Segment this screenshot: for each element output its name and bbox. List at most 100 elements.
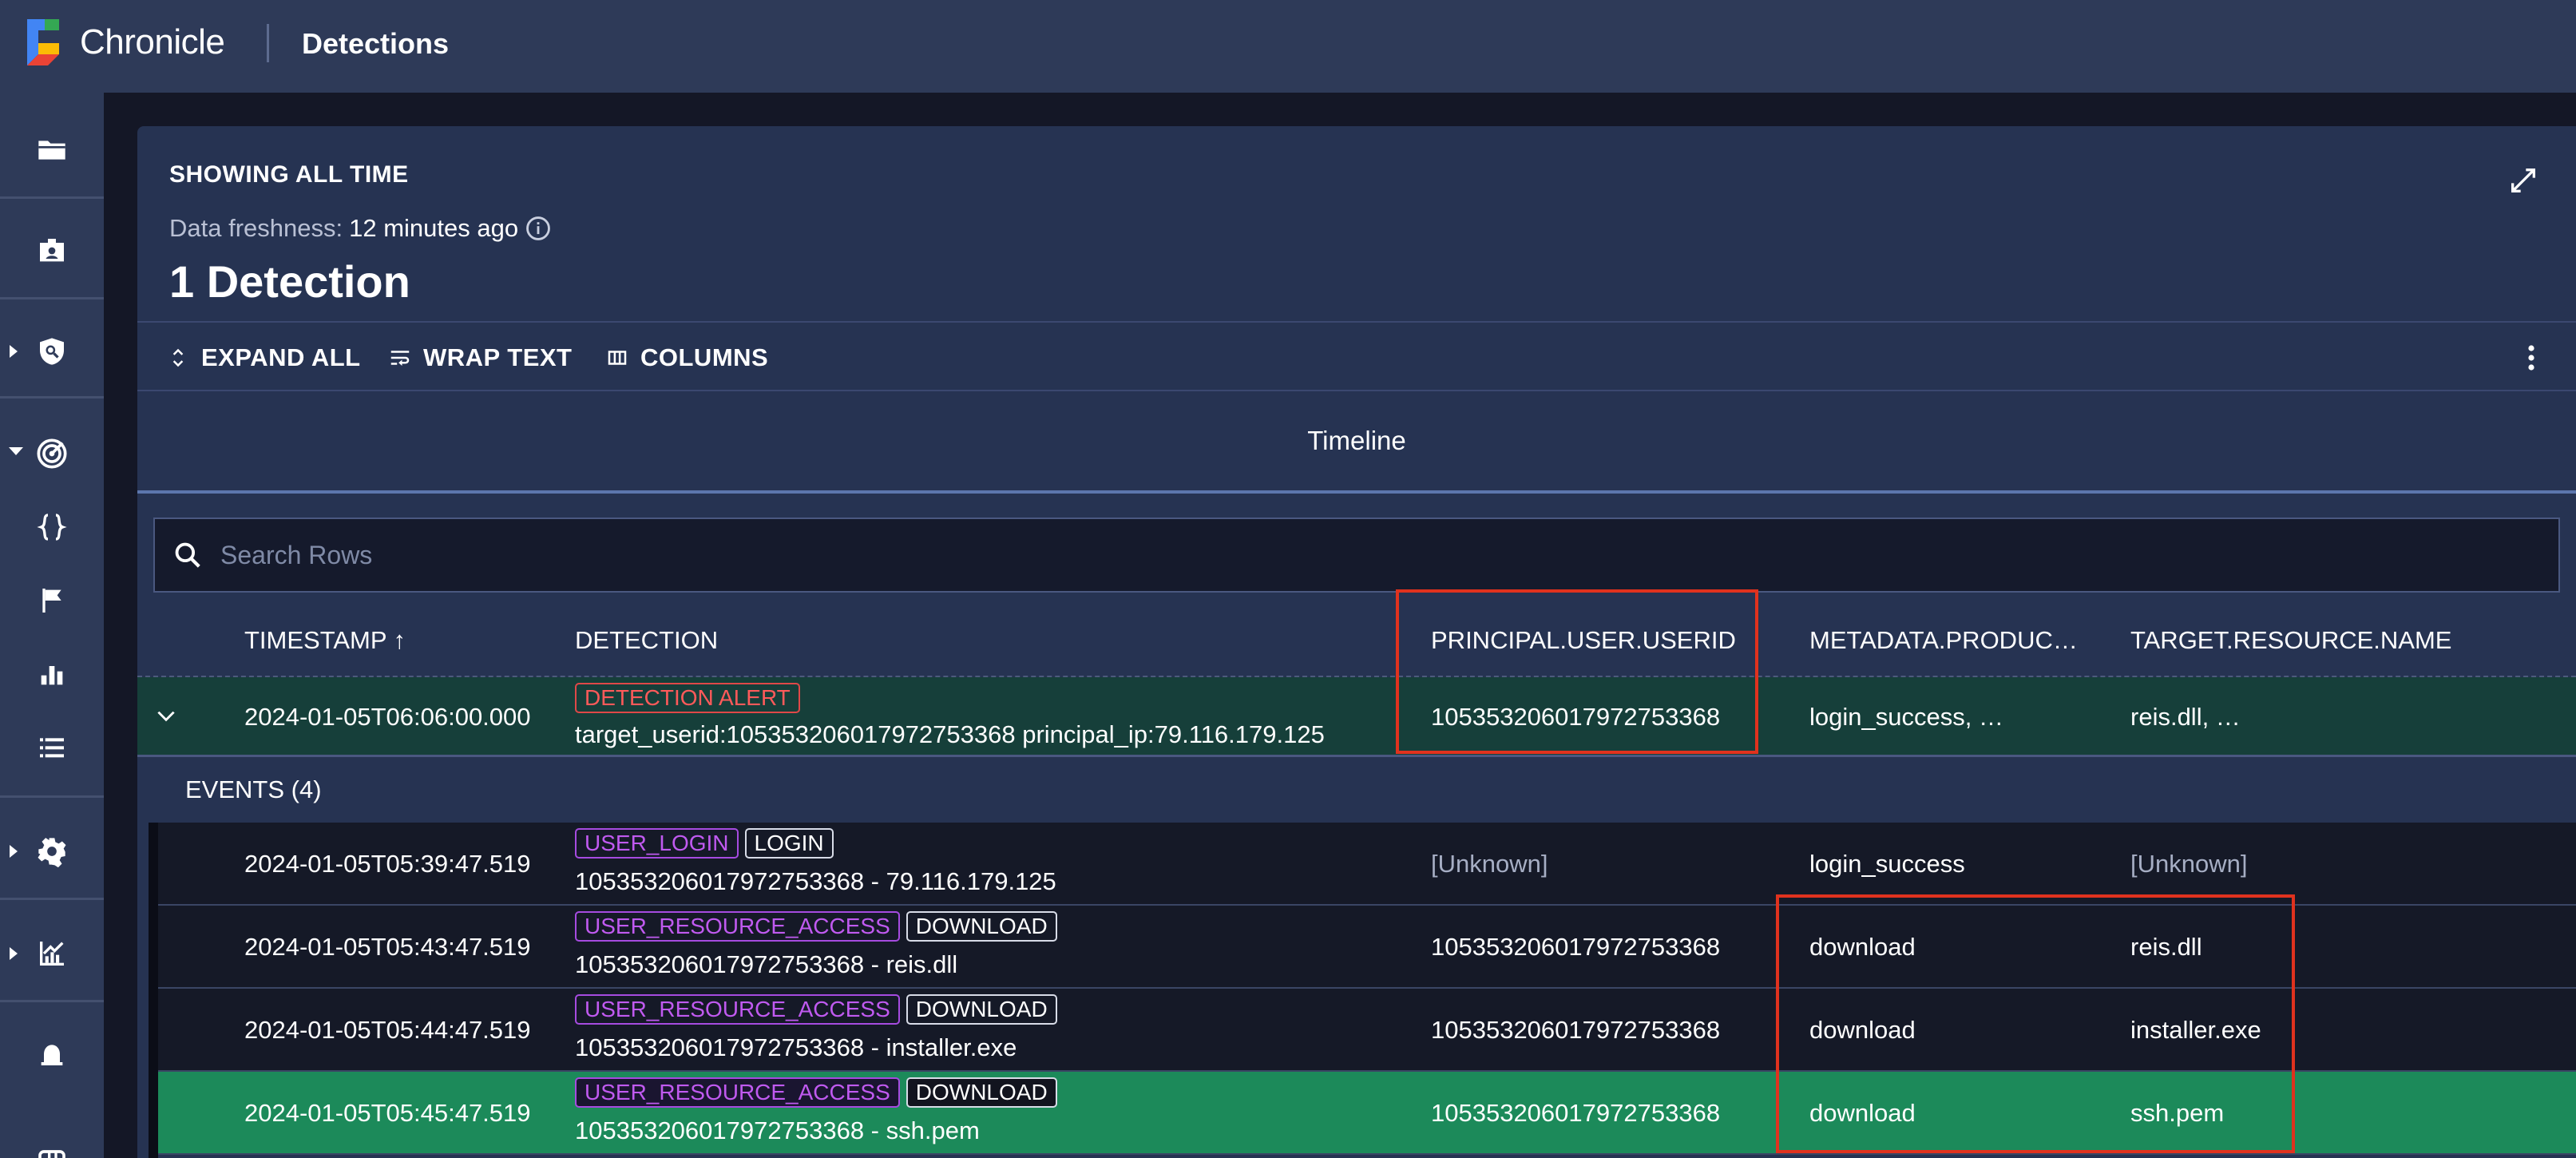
col-target-resource[interactable]: TARGET.RESOURCE.NAME	[2130, 626, 2451, 655]
braces-icon	[37, 514, 67, 541]
detection-target: reis.dll, …	[2130, 703, 2241, 731]
event-action-badge: LOGIN	[744, 827, 834, 859]
tab-timeline[interactable]: Timeline	[137, 391, 2576, 494]
rail-divider	[0, 1000, 104, 1002]
events-header: EVENTS (4)	[149, 757, 2576, 823]
list-icon	[40, 738, 64, 758]
event-timestamp: 2024-01-05T05:44:47.519	[244, 1016, 531, 1044]
event-target: [Unknown]	[2130, 850, 2248, 878]
event-action-badge: DOWNLOAD	[906, 993, 1057, 1025]
flag-icon	[42, 589, 61, 613]
folder-icon	[38, 141, 65, 160]
expand-all-button[interactable]: EXPAND ALL	[166, 340, 361, 375]
wrap-text-label: WRAP TEXT	[423, 343, 573, 371]
event-action-badge: DOWNLOAD	[906, 910, 1057, 942]
rail-divider	[0, 795, 104, 798]
event-badges: USER_RESOURCE_ACCESS DOWNLOAD	[575, 1077, 1064, 1108]
event-timestamp: 2024-01-05T05:39:47.519	[244, 850, 531, 878]
detection-product: login_success, …	[1809, 703, 2003, 731]
event-badges: USER_RESOURCE_ACCESS DOWNLOAD	[575, 993, 1064, 1025]
col-detection[interactable]: DETECTION	[575, 626, 718, 655]
rail-item-investigation[interactable]	[0, 219, 104, 283]
data-freshness: Data freshness: 12 minutes ago	[169, 214, 552, 243]
table-toolbar: EXPAND ALL WRAP TEXT COLUMNS	[137, 321, 2576, 391]
detection-row[interactable]: 2024-01-05T06:06:00.000 DETECTION ALERT …	[137, 677, 2576, 757]
rail-item-cases[interactable]	[0, 118, 104, 182]
rail-item-settings[interactable]	[0, 819, 104, 883]
time-range-label: SHOWING ALL TIME	[169, 161, 409, 188]
detection-count: 1 Detection	[169, 256, 410, 307]
search-icon	[175, 542, 200, 568]
event-userid: [Unknown]	[1431, 850, 1548, 878]
detection-cell: DETECTION ALERT	[575, 682, 806, 713]
event-badges: USER_LOGIN LOGIN	[575, 827, 840, 859]
event-text: 105353206017972753368 - 79.116.179.125	[575, 867, 1056, 895]
rail-item-flags[interactable]	[0, 569, 104, 633]
rail-item-alerts[interactable]	[0, 1022, 104, 1086]
detection-text: target_userid:105353206017972753368 prin…	[575, 720, 1325, 748]
event-userid: 105353206017972753368	[1431, 1099, 1721, 1127]
rail-item-rules[interactable]	[0, 495, 104, 559]
case-icon	[40, 239, 64, 262]
rail-item-detections[interactable]	[0, 422, 104, 486]
event-type-badge: USER_RESOURCE_ACCESS	[575, 910, 900, 942]
event-row[interactable]: 2024-01-05T05:39:47.519 USER_LOGIN LOGIN …	[158, 823, 2576, 906]
event-text: 105353206017972753368 - installer.exe	[575, 1033, 1017, 1061]
event-timestamp: 2024-01-05T05:43:47.519	[244, 933, 531, 961]
chronicle-logo-icon[interactable]	[27, 19, 67, 65]
event-timestamp: 2024-01-05T05:45:47.519	[244, 1099, 531, 1127]
bar-chart-icon	[41, 666, 63, 685]
kebab-icon[interactable]	[2526, 343, 2536, 372]
side-rail	[0, 93, 104, 1158]
event-type-badge: USER_RESOURCE_ACCESS	[575, 993, 900, 1025]
userid-highlight-box	[1396, 589, 1758, 754]
title-divider	[267, 24, 269, 62]
search-input[interactable]	[220, 540, 2456, 570]
rail-item-lists[interactable]	[0, 716, 104, 779]
columns-label: COLUMNS	[640, 343, 769, 371]
rail-item-analytics[interactable]	[0, 922, 104, 985]
fullscreen-icon[interactable]	[2507, 165, 2539, 196]
page-title: Detections	[302, 27, 450, 60]
freshness-label: Data freshness:	[169, 214, 343, 242]
chevron-down-icon[interactable]	[153, 704, 179, 730]
event-product: login_success	[1809, 850, 1965, 878]
rail-divider	[0, 297, 104, 299]
event-badges: USER_RESOURCE_ACCESS DOWNLOAD	[575, 910, 1064, 942]
event-text: 105353206017972753368 - reis.dll	[575, 950, 958, 978]
rail-item-more[interactable]	[0, 1128, 104, 1158]
columns-button[interactable]: COLUMNS	[605, 340, 768, 375]
expand-all-label: EXPAND ALL	[201, 343, 361, 371]
freshness-value: 12 minutes ago	[349, 214, 519, 242]
rail-item-detection[interactable]	[0, 319, 104, 383]
rail-item-dashboards[interactable]	[0, 642, 104, 706]
expand-all-icon	[172, 348, 184, 367]
event-type-badge: USER_LOGIN	[575, 827, 739, 859]
col-timestamp[interactable]: TIMESTAMP ↑	[244, 626, 406, 655]
brand-name[interactable]: Chronicle	[80, 22, 225, 62]
gear-icon	[38, 838, 66, 867]
info-icon[interactable]	[525, 215, 552, 242]
detection-timestamp: 2024-01-05T06:06:00.000	[244, 703, 531, 731]
shield-search-icon	[40, 338, 64, 365]
radar-icon	[37, 438, 67, 469]
download-highlight-box	[1776, 894, 2295, 1153]
grid-icon	[38, 1150, 65, 1158]
event-type-badge: USER_RESOURCE_ACCESS	[575, 1077, 900, 1108]
event-userid: 105353206017972753368	[1431, 1016, 1721, 1044]
wrap-text-icon	[390, 351, 410, 366]
rail-divider	[0, 898, 104, 900]
events-rail	[149, 823, 158, 1158]
search-rows	[153, 518, 2560, 593]
wrap-text-button[interactable]: WRAP TEXT	[388, 340, 573, 375]
col-metadata-product[interactable]: METADATA.PRODUC…	[1809, 626, 2078, 655]
event-action-badge: DOWNLOAD	[906, 1077, 1057, 1108]
columns-icon	[608, 351, 627, 365]
event-text: 105353206017972753368 - ssh.pem	[575, 1116, 980, 1144]
detection-alert-badge: DETECTION ALERT	[575, 682, 800, 713]
top-bar: Chronicle Detections	[0, 0, 2576, 93]
rail-divider	[0, 196, 104, 199]
table-header: TIMESTAMP ↑ DETECTION PRINCIPAL.USER.USE…	[137, 604, 2576, 677]
alarm-icon	[41, 1045, 63, 1065]
rail-divider	[0, 396, 104, 399]
